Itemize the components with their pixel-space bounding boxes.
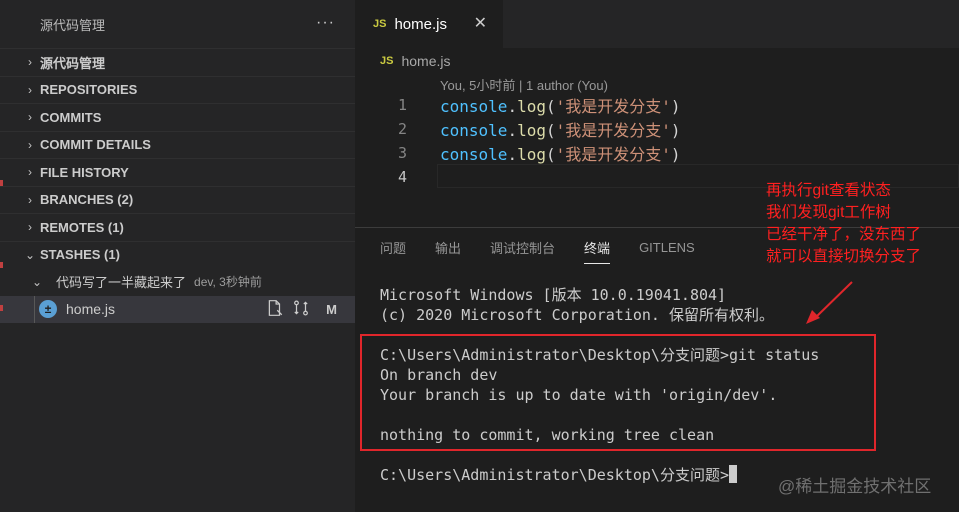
chevron-down-icon: ⌄ bbox=[24, 247, 36, 262]
watermark: @稀土掘金技术社区 bbox=[778, 477, 932, 496]
chevron-right-icon: › bbox=[28, 110, 32, 125]
chevron-right-icon: › bbox=[28, 137, 32, 152]
chevron-right-icon: › bbox=[28, 55, 32, 70]
punctuation: ( bbox=[545, 121, 556, 140]
panel-tab[interactable]: 输出 bbox=[435, 228, 461, 266]
edge-marker bbox=[0, 262, 3, 268]
punctuation: ) bbox=[670, 97, 681, 116]
javascript-file-icon: JS bbox=[373, 18, 387, 30]
line-number: 2 bbox=[397, 120, 407, 138]
punctuation: . bbox=[507, 145, 518, 164]
punctuation: ( bbox=[545, 145, 556, 164]
section-label: FILE HISTORY bbox=[40, 164, 129, 180]
file-actions: M bbox=[266, 299, 337, 320]
indent-guide bbox=[34, 295, 35, 323]
breadcrumb[interactable]: JS home.js bbox=[355, 48, 959, 74]
code-text: console.log('我是开发分支') bbox=[440, 141, 681, 165]
stash-entry[interactable]: ⌄ 代码写了一半藏起来了 dev, 3秒钟前 bbox=[0, 268, 355, 296]
line-number: 4 bbox=[397, 168, 407, 186]
tab-label: home.js bbox=[394, 15, 447, 33]
sidebar-section[interactable]: › FILE HISTORY bbox=[0, 158, 355, 186]
more-actions-icon[interactable]: ··· bbox=[316, 14, 335, 32]
punctuation: ) bbox=[670, 145, 681, 164]
annotation-line: 再执行git查看状态 bbox=[766, 182, 891, 199]
edge-marker bbox=[0, 180, 3, 186]
tab-home-js[interactable]: JS home.js ✕ bbox=[355, 0, 503, 48]
punctuation: . bbox=[507, 97, 518, 116]
code-text: console.log('我是开发分支') bbox=[440, 117, 681, 141]
edge-marker bbox=[0, 305, 3, 311]
panel-tab[interactable]: 调试控制台 bbox=[490, 228, 555, 266]
chevron-right-icon: › bbox=[28, 82, 32, 97]
editor-tab-bar: JS home.js ✕ bbox=[355, 0, 959, 48]
annotation-line: 我们发现git工作树 bbox=[766, 204, 891, 221]
sidebar-section[interactable]: › BRANCHES (2) bbox=[0, 185, 355, 214]
section-label: REMOTES (1) bbox=[40, 219, 124, 235]
source-control-sidebar: 源代码管理 ··· › 源代码管理 › REPOSITORIES › COMMITS › CO… bbox=[0, 0, 355, 512]
panel-tab[interactable]: GITLENS bbox=[639, 228, 695, 266]
stash-description: dev, 3秒钟前 bbox=[194, 275, 262, 290]
terminal-text: C:\Users\Administrator\Desktop\分支问题> bbox=[380, 466, 729, 484]
code-line[interactable]: 1 console.log('我是开发分支') bbox=[355, 93, 959, 117]
file-status-badge: M bbox=[326, 301, 337, 317]
sidebar-section[interactable]: › 源代码管理 bbox=[0, 48, 355, 76]
terminal-text: (c) 2020 Microsoft Corporation. 保留所有权利。 bbox=[380, 306, 774, 324]
compare-changes-icon[interactable] bbox=[292, 299, 310, 320]
terminal-cursor bbox=[729, 465, 737, 483]
code-token: '我是开发分支' bbox=[555, 97, 671, 116]
stash-file-icon: ± bbox=[39, 300, 57, 318]
terminal-line: C:\Users\Administrator\Desktop\分支问题> bbox=[380, 465, 819, 485]
section-label: COMMIT DETAILS bbox=[40, 137, 151, 153]
chevron-right-icon: › bbox=[28, 165, 32, 180]
chevron-down-icon: ⌄ bbox=[32, 274, 43, 289]
section-label: 源代码管理 bbox=[40, 55, 106, 71]
section-label: STASHES (1) bbox=[40, 247, 120, 263]
section-label: BRANCHES (2) bbox=[40, 192, 134, 208]
close-icon[interactable]: ✕ bbox=[474, 13, 487, 33]
panel-tab[interactable]: 终端 bbox=[584, 228, 611, 266]
terminal-text: Microsoft Windows [版本 10.0.19041.804] bbox=[380, 286, 727, 304]
sidebar-section[interactable]: ⌄ STASHES (1) bbox=[0, 240, 355, 269]
chevron-right-icon: › bbox=[28, 220, 32, 235]
code-token: log bbox=[517, 121, 546, 140]
code-text: console.log('我是开发分支') bbox=[440, 93, 681, 117]
breadcrumb-label: home.js bbox=[401, 53, 451, 69]
sidebar-section[interactable]: › REPOSITORIES bbox=[0, 75, 355, 104]
annotation-text: 再执行git查看状态 我们发现git工作树已经干净了，没东西了 就可以直接切换分支了 bbox=[766, 180, 921, 268]
code-line[interactable]: 2 console.log('我是开发分支') bbox=[355, 117, 959, 141]
panel-tab[interactable]: 问题 bbox=[380, 228, 406, 266]
annotation-line: 已经干净了，没东西了 bbox=[766, 226, 922, 243]
section-label: REPOSITORIES bbox=[40, 82, 138, 98]
code-token: '我是开发分支' bbox=[555, 145, 671, 164]
code-line[interactable]: 3 console.log('我是开发分支') bbox=[355, 141, 959, 165]
sidebar-section[interactable]: › REMOTES (1) bbox=[0, 213, 355, 241]
sidebar-title: 源代码管理 bbox=[40, 17, 106, 33]
punctuation: ) bbox=[670, 121, 681, 140]
code-token: console bbox=[440, 97, 508, 116]
javascript-file-icon: JS bbox=[380, 55, 394, 67]
open-file-icon[interactable] bbox=[266, 299, 284, 320]
code-token: '我是开发分支' bbox=[555, 121, 671, 140]
highlight-box bbox=[360, 334, 876, 451]
punctuation: ( bbox=[545, 97, 556, 116]
stash-file-item[interactable]: ± home.js M bbox=[0, 295, 355, 323]
terminal-line: (c) 2020 Microsoft Corporation. 保留所有权利。 bbox=[380, 305, 819, 325]
chevron-right-icon: › bbox=[28, 192, 32, 207]
code-token: console bbox=[440, 145, 508, 164]
stash-label: 代码写了一半藏起来了 bbox=[56, 275, 187, 291]
file-name: home.js bbox=[66, 301, 116, 317]
code-token: log bbox=[517, 97, 546, 116]
punctuation: . bbox=[507, 121, 518, 140]
terminal-line: Microsoft Windows [版本 10.0.19041.804] bbox=[380, 285, 819, 305]
line-number: 1 bbox=[397, 96, 407, 114]
code-token: log bbox=[517, 145, 546, 164]
sidebar-header: 源代码管理 ··· bbox=[0, 0, 355, 48]
sidebar-section[interactable]: › COMMITS bbox=[0, 103, 355, 131]
section-label: COMMITS bbox=[40, 109, 102, 125]
line-number: 3 bbox=[397, 144, 407, 162]
sidebar-section[interactable]: › COMMIT DETAILS bbox=[0, 130, 355, 159]
git-codelens[interactable]: You, 5小时前 | 1 author (You) bbox=[440, 75, 608, 94]
code-token: console bbox=[440, 121, 508, 140]
annotation-line: 就可以直接切换分支了 bbox=[766, 248, 922, 265]
